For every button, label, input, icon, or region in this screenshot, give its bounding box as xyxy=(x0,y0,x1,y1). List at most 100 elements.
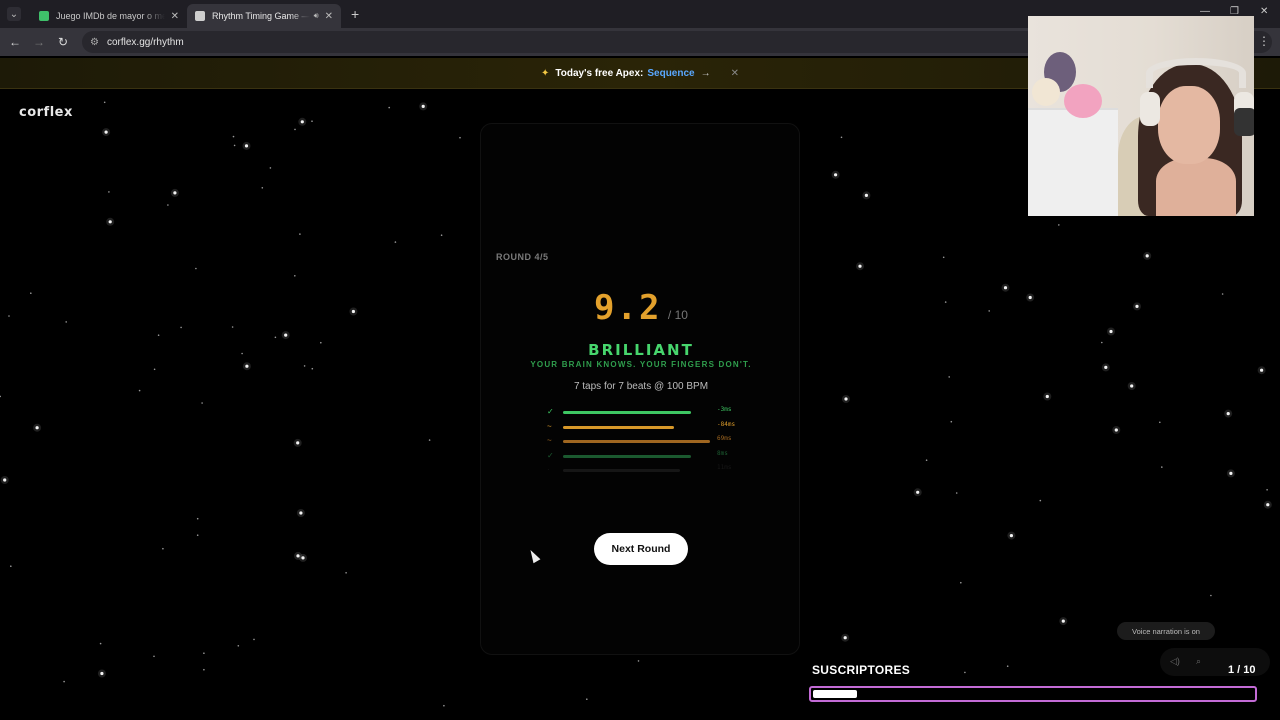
tab-imdb[interactable]: Juego IMDb de mayor o menor ✕ xyxy=(31,4,187,28)
url-text: corflex.gg/rhythm xyxy=(106,36,184,48)
taps-summary: 7 taps for 7 beats @ 100 BPM xyxy=(573,381,709,392)
timing-bar xyxy=(563,411,691,414)
star xyxy=(925,459,928,462)
volume-icon[interactable]: ◁) xyxy=(1170,656,1180,667)
timing-bar xyxy=(563,440,710,443)
star xyxy=(942,256,945,259)
star-glow xyxy=(1043,392,1052,401)
star-glow xyxy=(831,170,840,179)
star-glow xyxy=(1143,251,1152,260)
timing-bar xyxy=(563,425,674,429)
star xyxy=(960,581,962,584)
star-glow xyxy=(1026,293,1035,302)
star-glow xyxy=(298,117,307,126)
star xyxy=(1221,293,1224,295)
star-glow xyxy=(841,633,850,642)
star xyxy=(1006,665,1009,667)
stream-controls: ◁) ⌕ 1 / 10 xyxy=(1160,648,1270,676)
sparkle-icon: ✦ xyxy=(541,67,550,79)
browser-menu-icon[interactable]: ⋮ xyxy=(1258,34,1270,48)
star-glow xyxy=(106,217,115,226)
tab-search-chevron-icon[interactable]: ⌄ xyxy=(7,7,21,21)
timing-offset: -84ms xyxy=(717,420,736,428)
star-glow xyxy=(242,362,251,371)
star xyxy=(294,275,296,277)
banner-close-icon[interactable]: ✕ xyxy=(731,68,739,79)
star xyxy=(261,187,264,189)
tab-rhythm[interactable]: Rhythm Timing Game — Free 🔊︎ ✕ xyxy=(187,4,341,28)
star xyxy=(274,336,277,339)
timing-offset: 11ms xyxy=(717,464,732,471)
star-glow xyxy=(281,331,290,340)
star xyxy=(1058,224,1060,226)
star xyxy=(8,315,10,317)
timing-row: ~ -84ms xyxy=(547,420,737,437)
timing-mark: ~ xyxy=(547,421,552,431)
arrow-right-icon[interactable]: → xyxy=(701,68,711,79)
star xyxy=(955,492,958,494)
back-icon[interactable]: ← xyxy=(3,35,27,49)
star xyxy=(1039,499,1042,502)
timing-mark: ✓ xyxy=(547,407,554,416)
window-close-icon[interactable]: ✕ xyxy=(1260,6,1268,17)
speaker-icon[interactable]: 🔊︎ xyxy=(314,11,319,21)
star xyxy=(231,326,234,328)
star xyxy=(459,136,461,139)
star xyxy=(65,321,67,323)
game-card: ROUND 4/5 9.2 / 10 BRILLIANT YOUR BRAIN … xyxy=(480,123,800,655)
timing-row: ✓ 8ms xyxy=(547,450,737,466)
star-glow xyxy=(33,423,42,432)
microphone-icon[interactable]: ⌕ xyxy=(1196,656,1201,667)
star xyxy=(195,267,197,270)
star xyxy=(311,367,314,370)
timing-offset: 69ms xyxy=(717,435,732,442)
banner-text: Today's free Apex: xyxy=(555,67,644,79)
star xyxy=(167,204,169,206)
tab-close-icon[interactable]: ✕ xyxy=(171,11,179,22)
star xyxy=(964,671,966,674)
star xyxy=(1266,489,1268,491)
star-glow xyxy=(1112,426,1121,434)
next-round-button[interactable]: Next Round xyxy=(594,533,688,565)
star-glow xyxy=(170,188,179,197)
star xyxy=(30,292,32,294)
score-value: 9.2 xyxy=(594,288,662,328)
new-tab-icon[interactable]: + xyxy=(351,6,359,22)
star xyxy=(10,565,12,567)
star-glow xyxy=(1101,363,1110,372)
star xyxy=(233,144,236,147)
star xyxy=(394,241,397,243)
site-info-icon[interactable]: ⚙︎ xyxy=(90,37,99,48)
star xyxy=(294,128,296,131)
timing-bar xyxy=(563,469,680,472)
subscribers-progress-fill xyxy=(813,690,857,698)
timing-bars: ✓ -3ms ~ -84ms ~69ms ✓ 8ms · 11ms xyxy=(547,406,737,480)
star xyxy=(153,368,156,371)
tab-favicon xyxy=(39,11,49,21)
forward-icon[interactable]: → xyxy=(27,35,51,49)
star xyxy=(63,680,65,683)
subscribers-label: SUSCRIPTORES xyxy=(812,663,911,677)
star xyxy=(428,439,431,441)
reload-icon[interactable]: ↻ xyxy=(51,35,75,49)
star xyxy=(253,638,255,641)
star xyxy=(1210,594,1212,597)
tab-close-icon[interactable]: ✕ xyxy=(325,11,333,22)
star xyxy=(840,136,843,139)
star-glow xyxy=(1133,302,1141,311)
star xyxy=(196,517,199,520)
star-glow xyxy=(97,669,106,678)
star-glow xyxy=(1263,500,1272,509)
star xyxy=(988,310,990,312)
star xyxy=(443,704,445,707)
banner-link[interactable]: Sequence xyxy=(647,68,694,79)
star xyxy=(948,376,950,378)
star xyxy=(196,534,199,536)
star xyxy=(103,101,106,104)
star-glow xyxy=(1226,469,1235,478)
star-glow xyxy=(102,128,111,137)
site-logo[interactable]: corflex xyxy=(19,105,73,120)
timing-mark: · xyxy=(547,465,550,474)
star xyxy=(303,365,306,367)
star-glow xyxy=(1224,409,1233,418)
